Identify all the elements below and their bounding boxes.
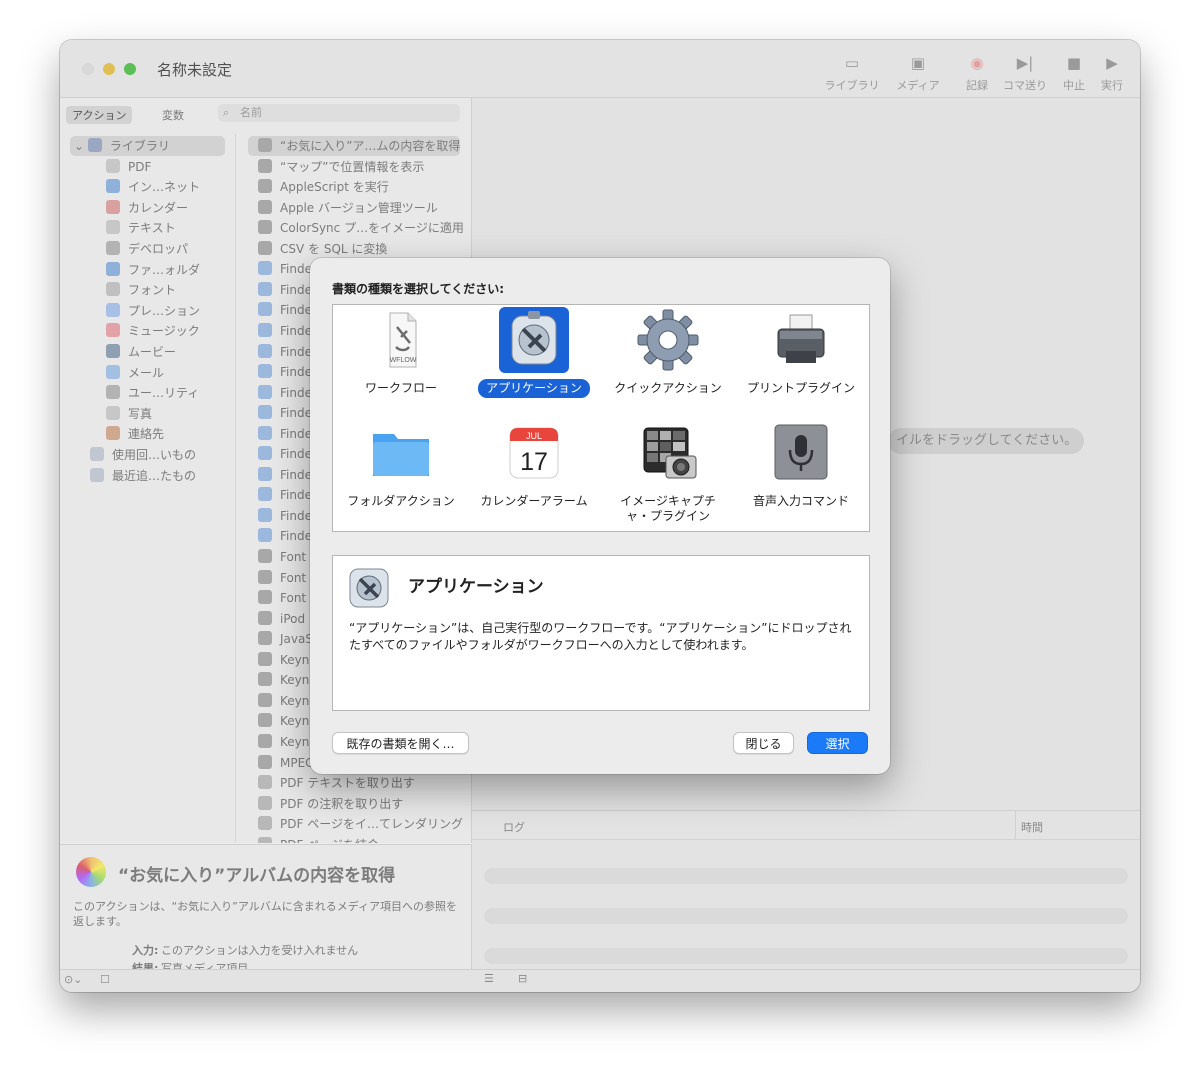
type-info-title: アプリケーション — [408, 577, 544, 597]
type-folder-action[interactable]: フォルダアクション — [334, 420, 468, 511]
type-workflow[interactable]: WFLOW ワークフロー — [334, 307, 468, 398]
type-info-description: “アプリケーション”は、自己実行型のワークフローです。“アプリケーション”にドロ… — [349, 621, 852, 652]
calendar-icon: JUL 17 — [499, 420, 569, 486]
dialog-overlay: 書類の種類を選択してください: WFLOW ワークフロー アプリケーション クイ… — [0, 0, 1200, 1071]
open-existing-button[interactable]: 既存の書類を開く… — [332, 732, 469, 754]
image-capture-icon — [633, 420, 703, 486]
type-dictation-command[interactable]: 音声入力コマンド — [734, 420, 868, 511]
folder-icon — [366, 420, 436, 486]
svg-text:WFLOW: WFLOW — [390, 357, 417, 364]
choose-button[interactable]: 選択 — [807, 732, 868, 754]
type-quick-action[interactable]: クイックアクション — [601, 307, 735, 398]
type-application[interactable]: アプリケーション — [467, 307, 601, 398]
dialog-prompt: 書類の種類を選択してください: — [332, 282, 505, 296]
automator-app-icon — [349, 568, 389, 608]
svg-text:17: 17 — [520, 448, 548, 476]
type-calendar-alarm[interactable]: JUL 17 カレンダーアラーム — [467, 420, 601, 511]
document-type-dialog: 書類の種類を選択してください: WFLOW ワークフロー アプリケーション クイ… — [310, 258, 890, 774]
gear-icon — [633, 307, 703, 373]
type-info-box: アプリケーション “アプリケーション”は、自己実行型のワークフローです。“アプリ… — [332, 555, 870, 711]
type-image-capture-plugin[interactable]: イメージキャプチャ・プラグイン — [601, 420, 735, 526]
printer-icon — [766, 307, 836, 373]
automator-app-icon — [499, 307, 569, 373]
document-type-grid: WFLOW ワークフロー アプリケーション クイックアクション プリントプラグイ… — [332, 304, 870, 532]
close-button[interactable]: 閉じる — [733, 732, 794, 754]
type-print-plugin[interactable]: プリントプラグイン — [734, 307, 868, 398]
microphone-icon — [766, 420, 836, 486]
workflow-file-icon: WFLOW — [366, 307, 436, 373]
svg-text:JUL: JUL — [526, 431, 542, 441]
